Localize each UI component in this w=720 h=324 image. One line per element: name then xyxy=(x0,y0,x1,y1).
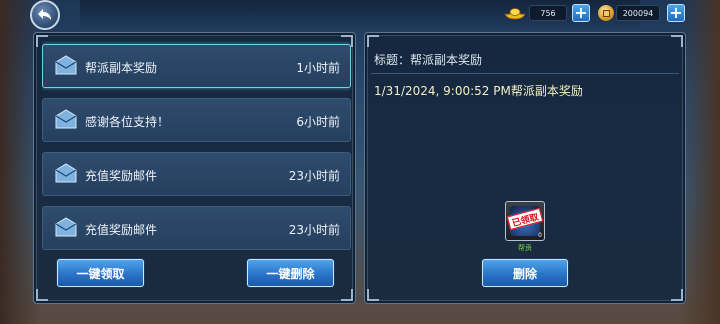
mail-title: 帮派副本奖励 xyxy=(85,61,158,75)
coin-amount: 200094 xyxy=(616,5,660,21)
mail-item[interactable]: 充值奖励邮件 23小时前 xyxy=(42,206,351,250)
panel-corner-ornament xyxy=(671,289,683,301)
mail-time: 6小时前 xyxy=(296,115,340,129)
mail-list[interactable]: 帮派副本奖励 1小时前 感谢各位支持！ 6小时前 充值奖励邮件 23小时前 充值… xyxy=(42,41,351,251)
panel-corner-ornament xyxy=(36,289,48,301)
panel-corner-ornament xyxy=(367,35,379,47)
background-right-glow xyxy=(680,0,720,324)
divider xyxy=(371,73,679,74)
add-gold-button[interactable]: + xyxy=(572,4,590,22)
delete-all-button[interactable]: 一键删除 xyxy=(247,259,334,287)
add-coin-button[interactable]: + xyxy=(667,4,685,22)
gold-currency: 756 + xyxy=(503,4,593,22)
reward-label: 帮贡 xyxy=(518,244,532,252)
mail-title: 感谢各位支持！ xyxy=(85,115,170,129)
back-button[interactable] xyxy=(30,0,60,30)
mail-item[interactable]: 充值奖励邮件 23小时前 xyxy=(42,152,351,196)
gold-ingot-icon xyxy=(504,8,526,20)
panel-corner-ornament xyxy=(341,289,353,301)
back-arrow-icon xyxy=(38,9,51,20)
delete-button[interactable]: 删除 xyxy=(482,259,568,287)
claim-all-button[interactable]: 一键领取 xyxy=(57,259,144,287)
envelope-icon xyxy=(55,55,77,75)
mail-detail-panel: 标题：帮派副本奖励 1/31/2024, 9:00:52 PM帮派副本奖励 已领… xyxy=(364,32,686,304)
reward-item[interactable]: 已领取 0 xyxy=(505,201,545,241)
envelope-icon xyxy=(55,109,77,129)
panel-corner-ornament xyxy=(367,289,379,301)
mail-title: 充值奖励邮件 xyxy=(85,223,158,237)
mail-item[interactable]: 帮派副本奖励 1小时前 xyxy=(42,44,351,88)
mail-body: 1/31/2024, 9:00:52 PM帮派副本奖励 xyxy=(374,84,583,98)
coin-currency: 200094 + xyxy=(598,4,688,22)
envelope-icon xyxy=(55,217,77,237)
envelope-icon xyxy=(55,163,77,183)
mail-item[interactable]: 感谢各位支持！ 6小时前 xyxy=(42,98,351,142)
mail-title: 充值奖励邮件 xyxy=(85,169,158,183)
reward-count: 0 xyxy=(538,232,542,239)
copper-coin-icon xyxy=(598,5,614,21)
gold-amount: 756 xyxy=(529,5,567,21)
mail-subject: 标题：帮派副本奖励 xyxy=(374,53,483,67)
panel-corner-ornament xyxy=(671,35,683,47)
mail-list-panel: 帮派副本奖励 1小时前 感谢各位支持！ 6小时前 充值奖励邮件 23小时前 充值… xyxy=(33,32,356,304)
mail-time: 23小时前 xyxy=(288,223,340,237)
mail-time: 23小时前 xyxy=(288,169,340,183)
mail-time: 1小时前 xyxy=(296,61,340,75)
